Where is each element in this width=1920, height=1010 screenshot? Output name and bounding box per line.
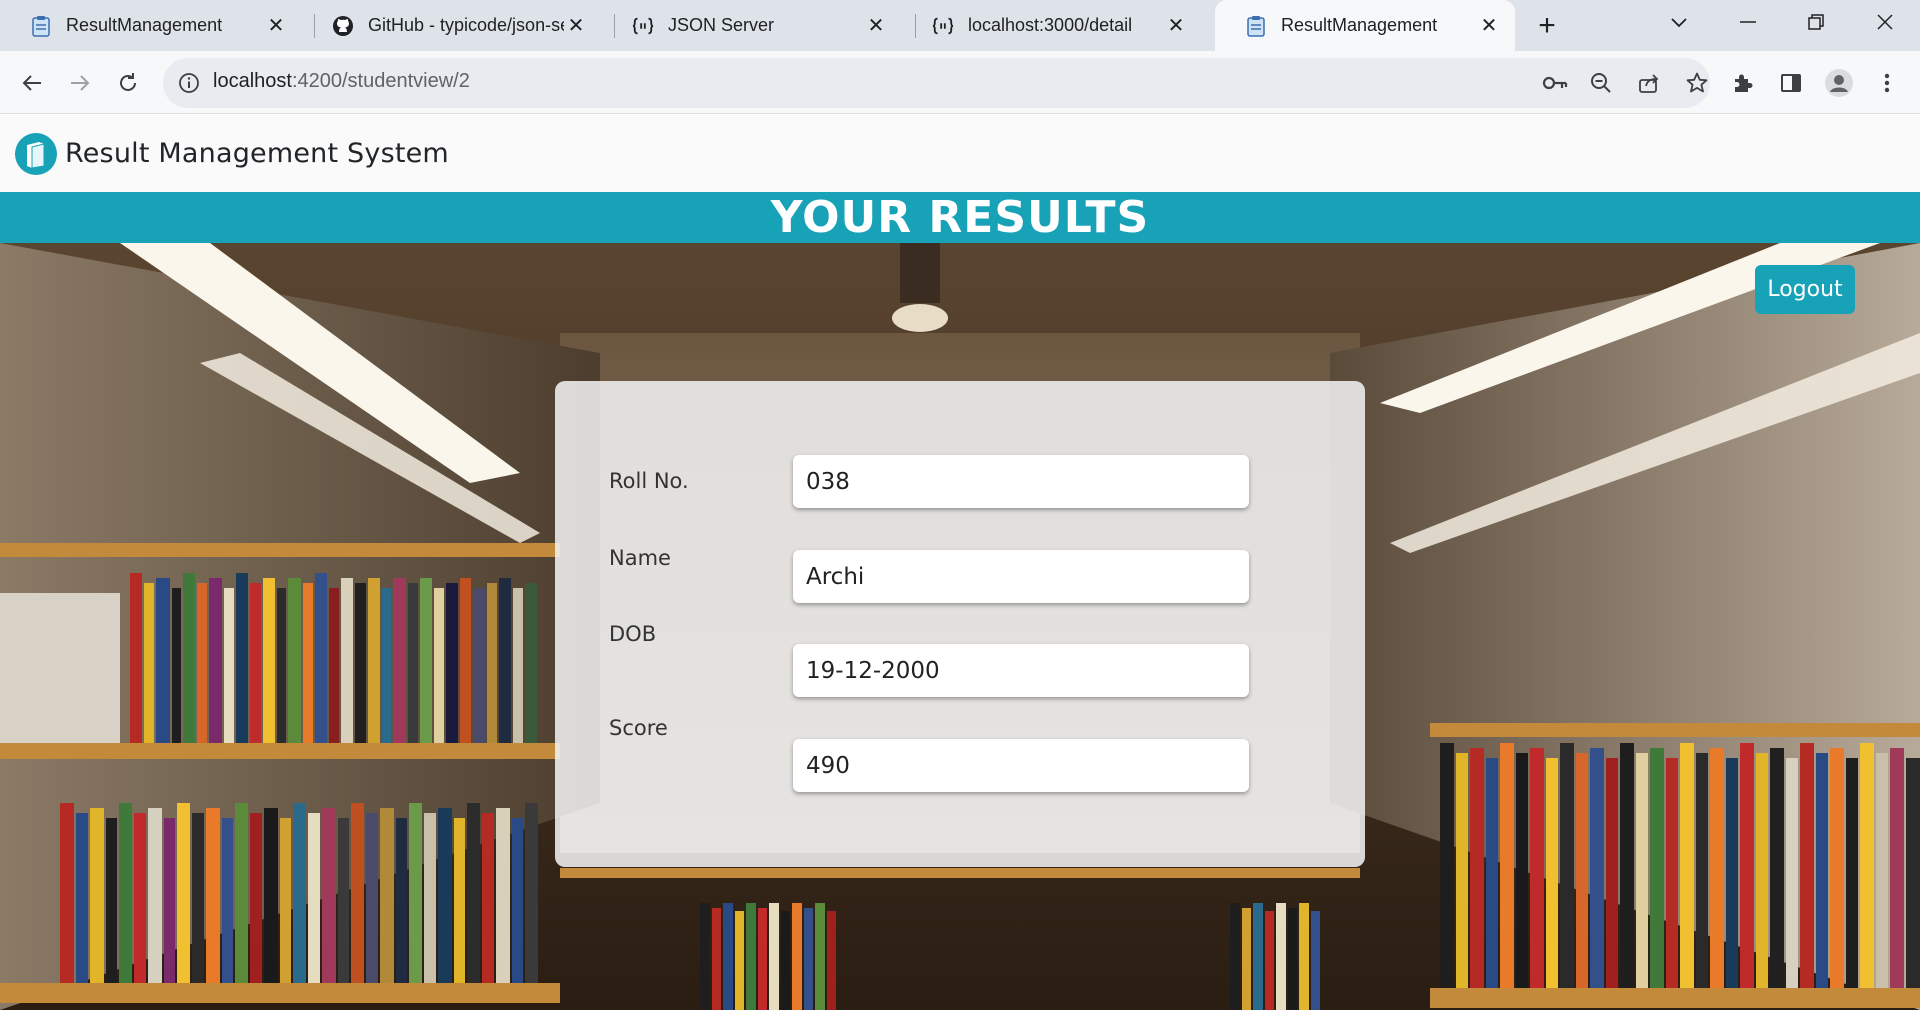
close-icon[interactable]: ✕ [864,14,888,38]
tab-title: localhost:3000/detail [968,15,1133,35]
tab-title: ResultManagement [66,15,223,35]
more-menu-icon[interactable] [1869,65,1905,101]
restore-icon[interactable] [1788,0,1844,44]
book-logo-icon[interactable] [15,132,57,175]
github-icon [332,15,354,37]
result-card: Roll No. Name DOB Score [555,381,1365,867]
profile-avatar-icon[interactable] [1821,65,1857,101]
json-server-icon [932,15,954,37]
tab-title: ResultManagement [1281,15,1438,35]
extensions-puzzle-icon[interactable] [1725,65,1761,101]
score-label: Score [609,716,668,740]
roll-no-field[interactable] [793,455,1249,508]
tab-title: JSON Server [668,15,775,35]
back-arrow-icon[interactable] [14,65,50,101]
browser-tab-2[interactable]: GitHub - typicode/json-se ✕ [302,0,602,51]
tab-search-chevron-icon[interactable] [1651,0,1707,44]
password-key-icon[interactable] [1541,69,1569,97]
url-path: :4200/studentview/2 [291,70,470,92]
json-server-icon [632,15,654,37]
close-icon[interactable]: ✕ [264,14,288,38]
app-navbar: Result Management System [0,115,1920,192]
zoom-out-icon[interactable] [1587,69,1615,97]
browser-tab-4[interactable]: localhost:3000/detail ✕ [902,0,1202,51]
forward-arrow-icon[interactable] [62,65,98,101]
name-field[interactable] [793,550,1249,603]
close-icon[interactable]: ✕ [564,14,588,38]
browser-tab-5-active[interactable]: ResultManagement ✕ [1215,0,1515,51]
close-icon[interactable]: ✕ [1164,14,1188,38]
close-window-icon[interactable] [1857,0,1913,44]
name-label: Name [609,546,671,570]
results-heading-bar: YOUR RESULTS [0,192,1920,243]
roll-no-label: Roll No. [609,469,689,493]
address-bar[interactable]: localhost:4200/studentview/2 [163,58,1710,108]
dob-label: DOB [609,622,657,646]
share-icon[interactable] [1635,69,1663,97]
brand-title[interactable]: Result Management System [65,138,449,169]
close-icon[interactable]: ✕ [1477,14,1501,38]
clipboard-icon [30,15,52,37]
url-text[interactable]: localhost:4200/studentview/2 [213,70,470,93]
page-title: YOUR RESULTS [770,192,1150,243]
dob-field[interactable] [793,644,1249,697]
url-host: localhost [213,70,292,92]
logout-button[interactable]: Logout [1755,265,1855,314]
side-panel-icon[interactable] [1773,65,1809,101]
new-tab-button[interactable]: + [1531,9,1563,42]
reload-icon[interactable] [110,65,146,101]
browser-tab-1[interactable]: ResultManagement ✕ [0,0,302,51]
tab-title: GitHub - typicode/json-se [368,15,564,35]
clipboard-icon [1245,15,1267,37]
browser-toolbar: localhost:4200/studentview/2 [0,51,1920,114]
bookmark-star-icon[interactable] [1683,69,1711,97]
browser-tab-3[interactable]: JSON Server ✕ [602,0,902,51]
minimize-icon[interactable] [1720,0,1776,44]
browser-tabstrip: ResultManagement ✕ GitHub - typicode/jso… [0,0,1920,51]
site-info-icon[interactable] [177,71,201,95]
score-field[interactable] [793,739,1249,792]
